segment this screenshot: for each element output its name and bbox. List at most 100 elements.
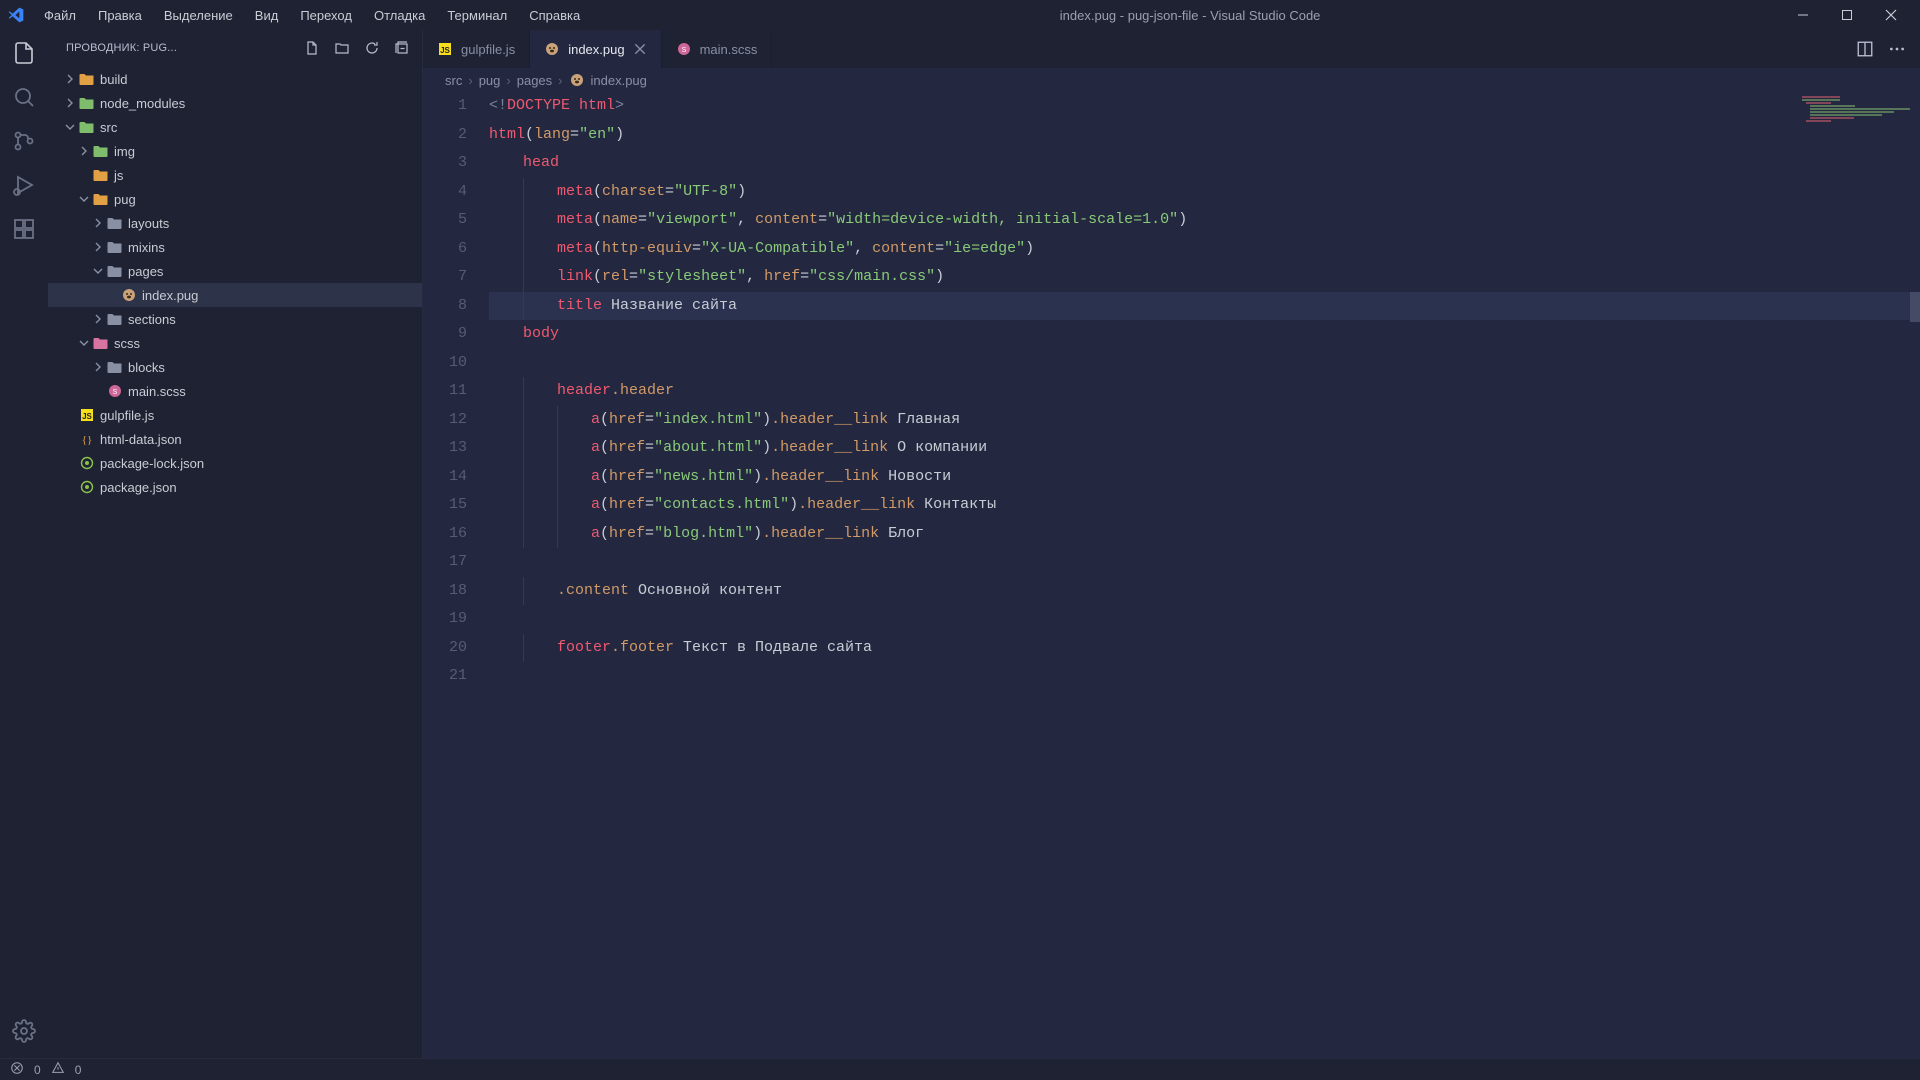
folder-orange-icon xyxy=(92,191,110,207)
code-content[interactable]: <!DOCTYPE html>html(lang="en")headmeta(c… xyxy=(489,92,1920,1058)
collapse-all-icon[interactable] xyxy=(394,40,410,56)
error-count-icon[interactable] xyxy=(10,1061,24,1078)
code-line[interactable]: a(href="news.html").header__link Новости xyxy=(489,463,1920,492)
tree-item-label: pug xyxy=(114,192,136,207)
menu-item[interactable]: Справка xyxy=(519,4,590,27)
tree-folder[interactable]: build xyxy=(48,67,422,91)
tree-item-label: html-data.json xyxy=(100,432,182,447)
editor-tab[interactable]: JSgulpfile.js xyxy=(423,30,530,68)
tree-item-label: package.json xyxy=(100,480,177,495)
tree-file[interactable]: js xyxy=(48,163,422,187)
code-line[interactable]: header.header xyxy=(489,377,1920,406)
code-line[interactable]: a(href="contacts.html").header__link Кон… xyxy=(489,491,1920,520)
code-line[interactable]: meta(name="viewport", content="width=dev… xyxy=(489,206,1920,235)
tree-folder[interactable]: pug xyxy=(48,187,422,211)
minimize-button[interactable] xyxy=(1790,2,1816,28)
breadcrumb-segment[interactable]: pug xyxy=(479,73,501,88)
js-icon: JS xyxy=(78,407,96,423)
code-line[interactable]: meta(http-equiv="X-UA-Compatible", conte… xyxy=(489,235,1920,264)
line-number: 6 xyxy=(423,235,467,264)
tree-folder[interactable]: blocks xyxy=(48,355,422,379)
menu-item[interactable]: Терминал xyxy=(437,4,517,27)
file-tree: build node_modulessrc img js pug layoutsmixin… xyxy=(48,65,422,1058)
code-line[interactable]: head xyxy=(489,149,1920,178)
source-control-icon[interactable] xyxy=(11,128,37,154)
tree-file[interactable]: JSgulpfile.js xyxy=(48,403,422,427)
code-line[interactable]: a(href="about.html").header__link О комп… xyxy=(489,434,1920,463)
code-line[interactable]: footer.footer Текст в Подвале сайта xyxy=(489,634,1920,663)
tree-folder[interactable]: mixins xyxy=(48,235,422,259)
tree-folder[interactable]: node_modules xyxy=(48,91,422,115)
breadcrumb-segment[interactable]: pages xyxy=(517,73,552,88)
split-editor-icon[interactable] xyxy=(1856,40,1874,58)
menu-item[interactable]: Отладка xyxy=(364,4,435,27)
tree-item-label: blocks xyxy=(128,360,165,375)
minimap[interactable] xyxy=(1802,96,1912,136)
tree-folder[interactable]: src xyxy=(48,115,422,139)
extensions-icon[interactable] xyxy=(11,216,37,242)
editor-tab[interactable]: index.pug xyxy=(530,30,661,68)
code-line[interactable]: title Название сайта xyxy=(489,292,1920,321)
menu-item[interactable]: Переход xyxy=(290,4,362,27)
search-icon[interactable] xyxy=(11,84,37,110)
code-line[interactable]: meta(charset="UTF-8") xyxy=(489,178,1920,207)
folder-pink-icon xyxy=(92,335,110,351)
error-count[interactable]: 0 xyxy=(34,1063,41,1077)
code-line[interactable] xyxy=(489,548,1920,577)
warning-count[interactable]: 0 xyxy=(75,1063,82,1077)
code-line[interactable]: html(lang="en") xyxy=(489,121,1920,150)
tree-item-label: node_modules xyxy=(100,96,185,111)
tree-item-label: main.scss xyxy=(128,384,186,399)
code-line[interactable]: .content Основной контент xyxy=(489,577,1920,606)
breadcrumb-segment[interactable]: src xyxy=(445,73,462,88)
tree-file[interactable]: package-lock.json xyxy=(48,451,422,475)
chevron-icon xyxy=(62,122,78,132)
tree-file[interactable]: {}html-data.json xyxy=(48,427,422,451)
code-line[interactable] xyxy=(489,662,1920,691)
new-file-icon[interactable] xyxy=(304,40,320,56)
code-editor[interactable]: 123456789101112131415161718192021 <!DOCT… xyxy=(423,92,1920,1058)
code-line[interactable]: <!DOCTYPE html> xyxy=(489,92,1920,121)
close-tab-icon[interactable] xyxy=(633,42,647,56)
debug-icon[interactable] xyxy=(11,172,37,198)
tree-folder[interactable]: img xyxy=(48,139,422,163)
close-button[interactable] xyxy=(1878,2,1904,28)
menu-item[interactable]: Правка xyxy=(88,4,152,27)
tree-file[interactable]: Smain.scss xyxy=(48,379,422,403)
tree-folder[interactable]: scss xyxy=(48,331,422,355)
code-line[interactable] xyxy=(489,349,1920,378)
breadcrumb-segment[interactable]: index.pug xyxy=(591,73,647,88)
window-title: index.pug - pug-json-file - Visual Studi… xyxy=(590,8,1790,23)
scrollbar-thumb[interactable] xyxy=(1910,292,1920,322)
tab-label: gulpfile.js xyxy=(461,42,515,57)
menu-item[interactable]: Вид xyxy=(245,4,289,27)
editor-tab[interactable]: Smain.scss xyxy=(662,30,773,68)
maximize-button[interactable] xyxy=(1834,2,1860,28)
scss-icon: S xyxy=(106,383,124,399)
warning-count-icon[interactable] xyxy=(51,1061,65,1078)
tree-folder[interactable]: sections xyxy=(48,307,422,331)
code-line[interactable]: a(href="index.html").header__link Главна… xyxy=(489,406,1920,435)
menu-item[interactable]: Выделение xyxy=(154,4,243,27)
code-line[interactable] xyxy=(489,605,1920,634)
tree-file[interactable]: package.json xyxy=(48,475,422,499)
tree-item-label: img xyxy=(114,144,135,159)
tree-file[interactable]: index.pug xyxy=(48,283,422,307)
more-actions-icon[interactable] xyxy=(1888,40,1906,58)
code-line[interactable]: link(rel="stylesheet", href="css/main.cs… xyxy=(489,263,1920,292)
new-folder-icon[interactable] xyxy=(334,40,350,56)
code-line[interactable]: body xyxy=(489,320,1920,349)
settings-gear-icon[interactable] xyxy=(11,1018,37,1044)
tabs-bar: JSgulpfile.jsindex.pugSmain.scss xyxy=(423,30,1920,68)
tree-folder[interactable]: pages xyxy=(48,259,422,283)
breadcrumbs[interactable]: src›pug›pages›index.pug xyxy=(423,68,1920,92)
menu-item[interactable]: Файл xyxy=(34,4,86,27)
line-number: 5 xyxy=(423,206,467,235)
pug-icon xyxy=(544,41,560,57)
code-line[interactable]: a(href="blog.html").header__link Блог xyxy=(489,520,1920,549)
line-number: 12 xyxy=(423,406,467,435)
tree-folder[interactable]: layouts xyxy=(48,211,422,235)
tree-item-label: pages xyxy=(128,264,163,279)
explorer-icon[interactable] xyxy=(11,40,37,66)
refresh-icon[interactable] xyxy=(364,40,380,56)
